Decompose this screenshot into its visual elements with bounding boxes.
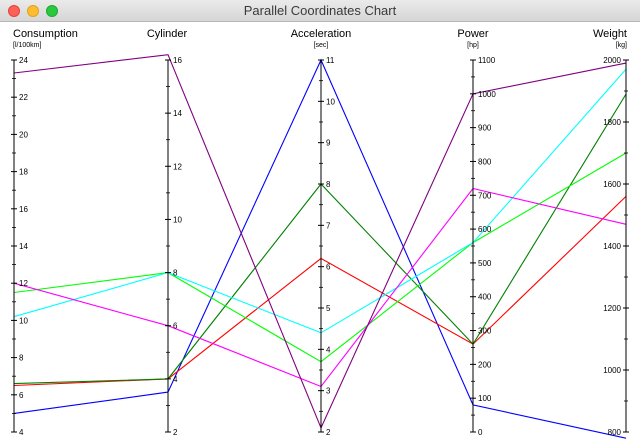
tick-label-acceleration-7: 7 <box>326 221 331 230</box>
tick-label-cylinder-8: 8 <box>173 269 178 278</box>
tick-label-cylinder-14: 14 <box>173 109 182 118</box>
tick-label-acceleration-5: 5 <box>326 304 331 313</box>
tick-label-weight-1200: 1200 <box>603 304 621 313</box>
axis-consumption: Consumption [l/100km] 4 6 8 10 12 14 16 18 20 22 24 <box>11 28 78 437</box>
series-line-3 <box>13 93 627 385</box>
tick-label-weight-1000: 1000 <box>603 366 621 375</box>
tick-label-power-1000: 1000 <box>478 90 496 99</box>
axis-title-power: Power <box>457 28 489 40</box>
window-title: Parallel Coordinates Chart <box>243 3 397 18</box>
tick-label-power-600: 600 <box>478 225 492 234</box>
axis-weight: Weight [kg] 800 1000 1200 1400 1600 1800 2000 <box>593 28 629 437</box>
tick-label-consumption-12: 12 <box>19 279 28 288</box>
tick-label-cylinder-12: 12 <box>173 162 182 171</box>
axis-unit-weight: [kg] <box>616 42 627 49</box>
tick-label-acceleration-8: 8 <box>326 180 331 189</box>
axis-power: Power [hp] 0 100 200 300 400 500 600 700 800 900 100… <box>457 28 496 437</box>
tick-label-power-400: 400 <box>478 293 492 302</box>
tick-label-consumption-8: 8 <box>19 354 24 363</box>
tick-label-acceleration-3: 3 <box>326 387 331 396</box>
axis-unit-consumption: [l/100km] <box>13 42 41 49</box>
axis-title-consumption: Consumption <box>13 28 78 40</box>
tick-label-consumption-10: 10 <box>19 316 28 325</box>
tick-label-consumption-16: 16 <box>19 205 28 214</box>
tick-label-consumption-4: 4 <box>19 428 24 437</box>
axis-unit-acceleration: [sec] <box>314 42 329 49</box>
tick-label-cylinder-4: 4 <box>173 375 178 384</box>
axis-title-acceleration: Acceleration <box>291 28 352 40</box>
tick-label-acceleration-10: 10 <box>326 97 335 106</box>
tick-label-acceleration-11: 11 <box>326 56 335 65</box>
tick-label-weight-1400: 1400 <box>603 242 621 251</box>
tick-label-consumption-20: 20 <box>19 130 28 139</box>
tick-label-power-200: 200 <box>478 360 492 369</box>
tick-label-power-800: 800 <box>478 157 492 166</box>
tick-label-weight-1800: 1800 <box>603 118 621 127</box>
tick-label-weight-1600: 1600 <box>603 180 621 189</box>
tick-label-consumption-14: 14 <box>19 242 28 251</box>
parallel-coordinates-chart: Consumption[l/100km]4681012141618202224C… <box>11 28 629 439</box>
tick-label-acceleration-4: 4 <box>326 345 331 354</box>
tick-label-consumption-18: 18 <box>19 168 28 177</box>
series-line-7 <box>13 54 627 430</box>
tick-label-power-300: 300 <box>478 327 492 336</box>
tick-label-cylinder-16: 16 <box>173 56 182 65</box>
tick-label-power-500: 500 <box>478 259 492 268</box>
series-line-5 <box>13 68 627 334</box>
tick-label-weight-800: 800 <box>608 428 622 437</box>
tick-label-power-100: 100 <box>478 394 492 403</box>
axis-unit-power: [hp] <box>467 42 479 49</box>
tick-label-consumption-24: 24 <box>19 56 28 65</box>
chart-window: Parallel Coordinates Chart Consumption [l… <box>0 0 640 446</box>
tick-label-consumption-22: 22 <box>19 93 28 102</box>
tick-label-cylinder-10: 10 <box>173 215 182 224</box>
axis-title-cylinder: Cylinder <box>147 28 188 40</box>
tick-label-cylinder-2: 2 <box>173 428 178 437</box>
tick-label-cylinder-6: 6 <box>173 322 178 331</box>
tick-label-power-0: 0 <box>478 428 483 437</box>
title-bar: Parallel Coordinates Chart <box>0 0 640 22</box>
axis-cylinder: Cylinder 2 4 6 8 10 12 14 16 <box>147 28 188 437</box>
tick-label-consumption-6: 6 <box>19 391 24 400</box>
tick-label-acceleration-9: 9 <box>326 139 331 148</box>
tick-label-weight-2000: 2000 <box>603 56 621 65</box>
tick-label-acceleration-2: 2 <box>326 428 331 437</box>
tick-label-power-700: 700 <box>478 191 492 200</box>
tick-label-power-1100: 1100 <box>478 56 496 65</box>
axis-title-weight: Weight <box>593 28 627 40</box>
tick-label-power-900: 900 <box>478 124 492 133</box>
tick-label-acceleration-6: 6 <box>326 263 331 272</box>
